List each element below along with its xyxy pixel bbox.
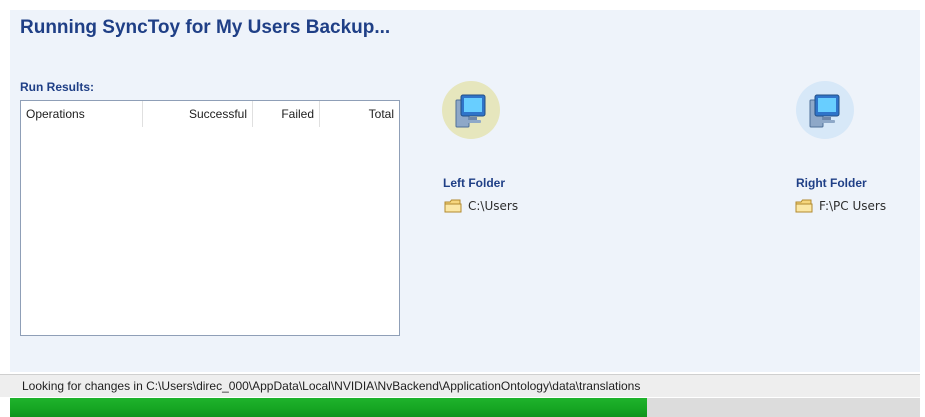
synctoy-run-window: Running SyncToy for My Users Backup... R… [0,0,925,417]
column-header-total[interactable]: Total [320,101,399,127]
computer-icon [795,80,855,140]
left-folder-path[interactable]: C:\Users [468,199,518,213]
column-header-failed[interactable]: Failed [253,101,320,127]
computer-icon [441,80,501,140]
progress-bar-fill [10,398,647,417]
right-folder-heading: Right Folder [796,176,867,190]
status-text: Looking for changes in C:\Users\direc_00… [22,379,641,393]
run-results-header: Operations Successful Failed Total [21,101,399,127]
run-results-table: Operations Successful Failed Total [20,100,400,336]
progress-bar [10,398,920,417]
column-header-operations[interactable]: Operations [21,101,143,127]
right-folder-path-row[interactable]: F:\PC Users [795,198,886,214]
folder-icon [795,198,813,214]
run-results-label: Run Results: [20,80,95,94]
status-bar: Looking for changes in C:\Users\direc_00… [0,374,920,397]
folder-icon [444,198,462,214]
right-folder-path[interactable]: F:\PC Users [819,199,886,213]
run-results-body [21,127,399,335]
top-edge [0,0,925,10]
left-folder-path-row[interactable]: C:\Users [444,198,518,214]
page-title: Running SyncToy for My Users Backup... [20,17,391,38]
right-edge [920,0,925,417]
left-folder-heading: Left Folder [443,176,505,190]
column-header-successful[interactable]: Successful [143,101,253,127]
